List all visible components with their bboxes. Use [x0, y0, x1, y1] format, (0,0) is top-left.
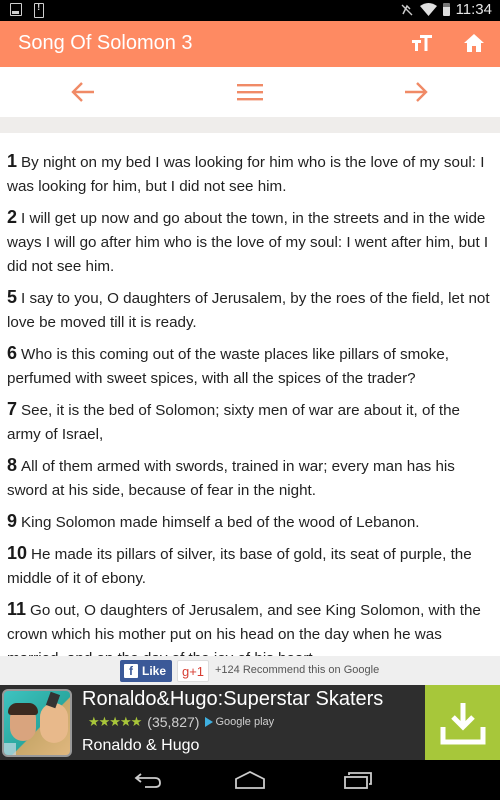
- text-size-icon: [412, 35, 432, 51]
- verse-text: He made its pillars of silver, its base …: [7, 546, 472, 587]
- facebook-like-button[interactable]: f Like: [120, 660, 172, 682]
- verse-text: By night on my bed I was looking for him…: [7, 154, 485, 195]
- battery-icon: [442, 3, 450, 16]
- verse-number: 8: [7, 455, 18, 475]
- menu-icon: [237, 84, 263, 101]
- verse: 6 Who is this coming out of the waste pla…: [7, 341, 492, 391]
- system-home-button[interactable]: [232, 768, 268, 792]
- ad-rating: ★★★★★ (35,827) Google play: [88, 714, 274, 730]
- verse-number: 6: [7, 343, 18, 363]
- ad-choices-icon[interactable]: [4, 743, 16, 755]
- previous-chapter-button[interactable]: [68, 79, 98, 105]
- app-bar: Song Of Solomon 3: [0, 21, 500, 67]
- rating-count: (35,827): [147, 714, 200, 730]
- image-notification-icon: [10, 3, 22, 16]
- system-nav-bar: [0, 760, 500, 800]
- verse-number: 9: [7, 511, 18, 531]
- verse-text: I will get up now and go about the town,…: [7, 210, 489, 275]
- facebook-like-label: Like: [142, 664, 167, 678]
- next-chapter-button[interactable]: [401, 79, 431, 105]
- status-bar: 11:34: [0, 0, 500, 21]
- verse: 9 King Solomon made himself a bed of the …: [7, 509, 492, 535]
- ad-download-button[interactable]: [425, 685, 500, 760]
- ad-banner[interactable]: Ronaldo&Hugo:Superstar Skaters ★★★★★ (35…: [0, 685, 500, 760]
- verse-text: All of them armed with swords, trained i…: [7, 458, 455, 499]
- verse-number: 1: [7, 151, 18, 171]
- app-icon-image: [2, 689, 72, 757]
- system-back-button[interactable]: [130, 768, 166, 792]
- back-icon: [134, 773, 161, 788]
- verse: 2I will get up now and go about the town…: [7, 205, 492, 279]
- google-plus-one-button[interactable]: g+1: [177, 660, 209, 682]
- alert-notification-icon: [34, 2, 44, 18]
- verse-number: 2: [7, 207, 18, 227]
- ad-title: Ronaldo&Hugo:Superstar Skaters: [82, 688, 384, 710]
- verse: 8 All of them armed with swords, trained …: [7, 453, 492, 503]
- ad-developer: Ronaldo & Hugo: [82, 737, 200, 754]
- verse-number: 11: [7, 599, 27, 619]
- arrow-right-icon: [405, 82, 428, 102]
- home-icon: [464, 34, 484, 52]
- verse-text: I say to you, O daughters of Jerusalem, …: [7, 290, 490, 331]
- verse: 11 Go out, O daughters of Jerusalem, and …: [7, 597, 492, 656]
- verse: 10 He made its pillars of silver, its bas…: [7, 541, 492, 591]
- verse-text: Go out, O daughters of Jerusalem, and se…: [7, 602, 481, 656]
- google-play-icon: [205, 717, 214, 727]
- verse-number: 5: [7, 287, 18, 307]
- verse-text: See, it is the bed of Solomon; sixty men…: [7, 402, 460, 443]
- home-button[interactable]: [462, 31, 486, 55]
- verse: 5I say to you, O daughters of Jerusalem,…: [7, 285, 492, 335]
- text-size-button[interactable]: [410, 31, 434, 55]
- mute-icon: [401, 4, 413, 15]
- clock: 11:34: [455, 1, 492, 18]
- verse-number: 7: [7, 399, 18, 419]
- chapter-nav-bar: [0, 67, 500, 117]
- verse-number: 10: [7, 543, 28, 563]
- recommend-text: +124 Recommend this on Google: [215, 664, 380, 676]
- verse: 1 By night on my bed I was looking for hi…: [7, 149, 492, 199]
- verse-text: Who is this coming out of the waste plac…: [7, 346, 449, 387]
- arrow-left-icon: [71, 82, 94, 102]
- divider: [0, 117, 500, 133]
- verse-text: King Solomon made himself a bed of the w…: [21, 514, 420, 531]
- system-recent-apps-button[interactable]: [340, 768, 376, 792]
- rating-stars-icon: ★★★★★: [88, 714, 142, 729]
- chapter-menu-button[interactable]: [235, 79, 265, 105]
- social-bar: f Like g+1 +124 Recommend this on Google: [0, 656, 500, 685]
- google-plus-icon: g+1: [181, 663, 205, 679]
- verse: 7 See, it is the bed of Solomon; sixty me…: [7, 397, 492, 447]
- download-icon: [440, 702, 485, 744]
- home-outline-icon: [235, 771, 265, 789]
- wifi-icon: [419, 3, 437, 16]
- facebook-icon: f: [124, 664, 138, 678]
- google-play-label: Google play: [215, 716, 275, 728]
- recent-apps-icon: [344, 772, 372, 789]
- chapter-content[interactable]: 1 By night on my bed I was looking for hi…: [0, 133, 500, 656]
- google-play-badge: Google play: [205, 716, 274, 728]
- page-title: Song Of Solomon 3: [18, 32, 193, 54]
